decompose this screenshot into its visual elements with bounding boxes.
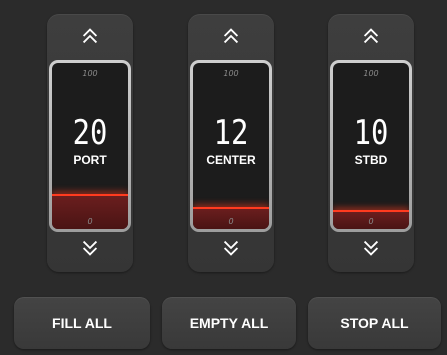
tank-port: 100 20 PORT 0 — [47, 14, 133, 272]
tank-center-gauge: 100 12 CENTER 0 — [190, 60, 272, 232]
tank-center-scale-min: 0 — [228, 217, 234, 226]
tank-center-label: CENTER — [206, 153, 256, 167]
tank-port-gauge: 100 20 PORT 0 — [49, 60, 131, 232]
double-chevron-up-icon — [223, 28, 239, 44]
double-chevron-up-icon — [82, 28, 98, 44]
tank-stbd-increase-button[interactable] — [328, 16, 414, 56]
double-chevron-up-icon — [363, 28, 379, 44]
tank-port-increase-button[interactable] — [47, 16, 133, 56]
tank-stbd: 100 10 STBD 0 — [328, 14, 414, 272]
fill-all-button[interactable]: FILL ALL — [14, 297, 150, 349]
tank-port-scale-max: 100 — [82, 69, 98, 78]
tank-center-value: 12 — [213, 113, 249, 153]
double-chevron-down-icon — [363, 240, 379, 256]
tank-port-value: 20 — [72, 113, 108, 153]
tank-center: 100 12 CENTER 0 — [188, 14, 274, 272]
tank-stbd-scale-max: 100 — [363, 69, 379, 78]
stop-all-button[interactable]: STOP ALL — [308, 297, 441, 349]
double-chevron-down-icon — [223, 240, 239, 256]
tank-stbd-label: STBD — [354, 153, 388, 167]
tank-stbd-scale-min: 0 — [368, 217, 374, 226]
tank-center-increase-button[interactable] — [188, 16, 274, 56]
double-chevron-down-icon — [82, 240, 98, 256]
tank-stbd-decrease-button[interactable] — [328, 228, 414, 268]
tank-port-scale-min: 0 — [87, 217, 93, 226]
tank-port-decrease-button[interactable] — [47, 228, 133, 268]
tank-stbd-value: 10 — [353, 113, 389, 153]
tank-port-label: PORT — [73, 153, 107, 167]
tank-center-decrease-button[interactable] — [188, 228, 274, 268]
tank-center-scale-max: 100 — [223, 69, 239, 78]
tank-stbd-gauge: 100 10 STBD 0 — [330, 60, 412, 232]
empty-all-button[interactable]: EMPTY ALL — [162, 297, 296, 349]
